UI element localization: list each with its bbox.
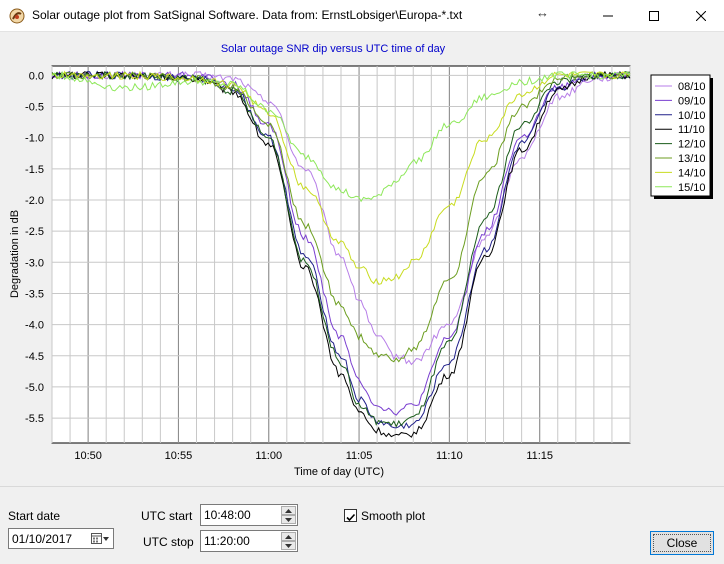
utc-stop-arrows	[281, 532, 296, 550]
utc-start-value: 10:48:00	[204, 508, 251, 522]
y-axis-label: Degradation in dB	[9, 210, 21, 298]
maximize-button[interactable]	[631, 0, 677, 31]
arrow-down-icon	[285, 517, 292, 522]
utc-start-spinner[interactable]: 10:48:00	[200, 504, 298, 526]
y-tick-label: -0.5	[25, 102, 44, 114]
legend-label: 15/10	[678, 182, 706, 194]
x-axis-label: Time of day (UTC)	[294, 466, 384, 478]
x-tick-label: 11:00	[255, 450, 282, 462]
legend-label: 09/10	[678, 95, 706, 107]
utc-start-label: UTC start	[141, 509, 193, 523]
minimize-button[interactable]	[585, 0, 631, 31]
maximize-icon	[649, 10, 659, 21]
minimize-icon	[603, 15, 613, 16]
x-tick-label: 11:10	[436, 450, 463, 462]
x-axis-ticks: 10:50 10:55 11:00 11:05 11:10 11:15	[74, 450, 553, 462]
start-date-label: Start date	[8, 509, 61, 523]
start-date-picker[interactable]: 01/10/2017	[8, 528, 114, 549]
focus-rectangle	[653, 534, 711, 552]
close-button[interactable]: Close	[650, 531, 714, 555]
title-bar: Solar outage plot from SatSignal Softwar…	[0, 0, 724, 32]
close-icon	[696, 10, 706, 21]
utc-stop-down-button[interactable]	[281, 541, 296, 550]
plot-panel: Solar outage SNR dip versus UTC time of …	[0, 32, 724, 485]
utc-start-down-button[interactable]	[281, 515, 296, 524]
y-tick-label: -1.5	[25, 164, 44, 176]
legend-label: 10/10	[678, 110, 706, 122]
satellite-dish-icon	[9, 8, 25, 24]
chart-title: Solar outage SNR dip versus UTC time of …	[221, 43, 446, 55]
utc-stop-label: UTC stop	[143, 535, 194, 549]
y-tick-label: -4.5	[25, 351, 44, 363]
legend-label: 13/10	[678, 153, 706, 165]
smooth-plot-checkbox[interactable]	[344, 509, 357, 522]
y-tick-label: -3.5	[25, 288, 44, 300]
legend-label: 11/10	[678, 124, 705, 136]
utc-stop-up-button[interactable]	[281, 532, 296, 541]
close-window-button[interactable]	[678, 0, 724, 31]
y-tick-label: 0.0	[29, 70, 44, 82]
arrow-down-icon	[285, 543, 292, 548]
snr-dip-chart: Solar outage SNR dip versus UTC time of …	[9, 43, 713, 478]
checkmark-icon	[346, 513, 356, 522]
y-tick-label: -2.5	[25, 226, 44, 238]
utc-start-up-button[interactable]	[281, 506, 296, 515]
x-tick-label: 10:50	[74, 450, 102, 462]
arrow-up-icon	[285, 508, 292, 513]
x-tick-label: 10:55	[165, 450, 193, 462]
calendar-dropdown-icon[interactable]	[91, 532, 109, 545]
legend: 08/10 09/10 10/10 11/10 12/10 13/10 14/10 15/10	[650, 74, 713, 199]
legend-label: 12/10	[678, 139, 706, 151]
resize-arrows-icon: ↔	[536, 5, 549, 20]
smooth-plot-label[interactable]: Smooth plot	[361, 509, 425, 523]
x-tick-label: 11:05	[346, 450, 373, 462]
arrow-up-icon	[285, 534, 292, 539]
utc-stop-spinner[interactable]: 11:20:00	[200, 530, 298, 552]
y-tick-label: -3.0	[25, 257, 44, 269]
y-tick-label: -2.0	[25, 195, 44, 207]
utc-start-arrows	[281, 506, 296, 524]
utc-stop-value: 11:20:00	[204, 534, 250, 548]
window-title: Solar outage plot from SatSignal Softwar…	[32, 8, 463, 22]
start-date-value: 01/10/2017	[12, 532, 73, 546]
x-tick-label: 11:15	[526, 450, 553, 462]
y-tick-label: -1.0	[25, 133, 44, 145]
y-tick-label: -5.5	[25, 413, 44, 425]
y-tick-label: -5.0	[25, 382, 44, 394]
legend-label: 08/10	[678, 81, 706, 93]
y-axis-ticks: 0.0 -0.5 -1.0 -1.5 -2.0 -2.5 -3.0 -3.5 -4.0 -4.5 -…	[25, 70, 44, 425]
y-tick-label: -4.0	[25, 320, 44, 332]
legend-label: 14/10	[678, 167, 706, 179]
panel-separator	[0, 486, 724, 487]
